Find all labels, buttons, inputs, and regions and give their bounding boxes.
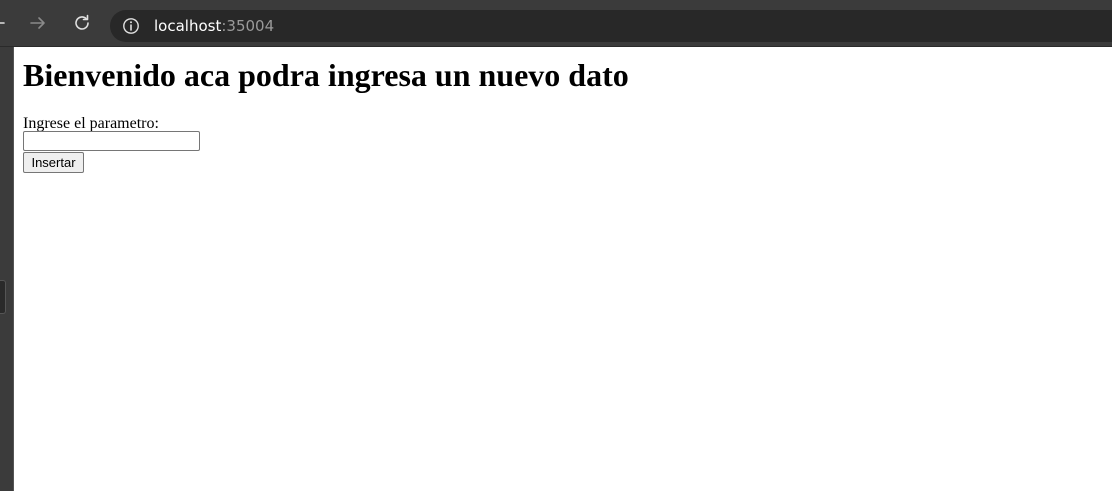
address-bar[interactable]: localhost:35004: [110, 10, 1112, 42]
page-title: Bienvenido aca podra ingresa un nuevo da…: [23, 57, 629, 93]
parameter-input[interactable]: [23, 131, 200, 151]
reload-icon[interactable]: [70, 11, 94, 35]
insert-button[interactable]: Insertar: [23, 152, 84, 173]
sidebar-handle[interactable]: [0, 280, 6, 314]
back-arrow-icon[interactable]: [0, 11, 10, 35]
page-viewport: Bienvenido aca podra ingresa un nuevo da…: [13, 47, 1112, 491]
browser-toolbar: localhost:35004: [0, 0, 1112, 47]
info-icon[interactable]: [122, 17, 140, 35]
url-host: localhost: [154, 17, 222, 35]
url-text[interactable]: localhost:35004: [154, 17, 274, 35]
left-window-edge: [0, 47, 13, 491]
forward-arrow-icon[interactable]: [26, 11, 50, 35]
url-port: :35004: [221, 17, 275, 35]
